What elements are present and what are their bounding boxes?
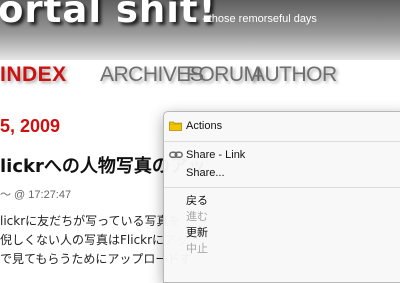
menu-item-reload[interactable]: 更新 xyxy=(164,225,400,241)
menu-item-label: 進む xyxy=(186,211,208,223)
menu-item-label: 更新 xyxy=(186,227,208,239)
menu-item-share-link[interactable]: Share - Link xyxy=(164,147,400,163)
site-tagline: - those remorseful days xyxy=(202,13,317,25)
menu-item-label: Actions xyxy=(186,120,223,132)
site-title[interactable]: ortal shit! xyxy=(0,0,217,31)
post-meta: ～ @ 17:27:47 xyxy=(0,189,72,201)
menu-item-share[interactable]: Share... xyxy=(164,165,400,181)
menu-item-label: Share - Link xyxy=(186,149,246,161)
folder-icon xyxy=(169,120,182,136)
menu-item-back[interactable]: 戻る xyxy=(164,193,400,209)
blog-page: ortal shit! - those remorseful days INDE… xyxy=(0,0,400,283)
menu-item-label: Share... xyxy=(186,167,225,179)
nav-link-author[interactable]: AUTHOR xyxy=(251,62,337,88)
menu-separator xyxy=(164,187,400,188)
site-header: ortal shit! - those remorseful days xyxy=(0,0,400,60)
post-date: 5, 2009 xyxy=(0,116,61,136)
nav-link-index[interactable]: INDEX xyxy=(0,62,67,88)
menu-item-label: 戻る xyxy=(186,195,208,207)
menu-item-stop: 中止 xyxy=(164,241,400,257)
menu-item-label: 中止 xyxy=(186,243,208,255)
nav-link-forum[interactable]: FORUM xyxy=(186,62,261,88)
menu-item-actions[interactable]: Actions xyxy=(164,118,400,134)
menu-separator xyxy=(164,141,400,142)
link-icon xyxy=(169,149,183,165)
menu-item-forward: 進む xyxy=(164,209,400,225)
context-menu: Actions Share - Link Share... 戻る 進む 更新 中… xyxy=(163,111,400,283)
